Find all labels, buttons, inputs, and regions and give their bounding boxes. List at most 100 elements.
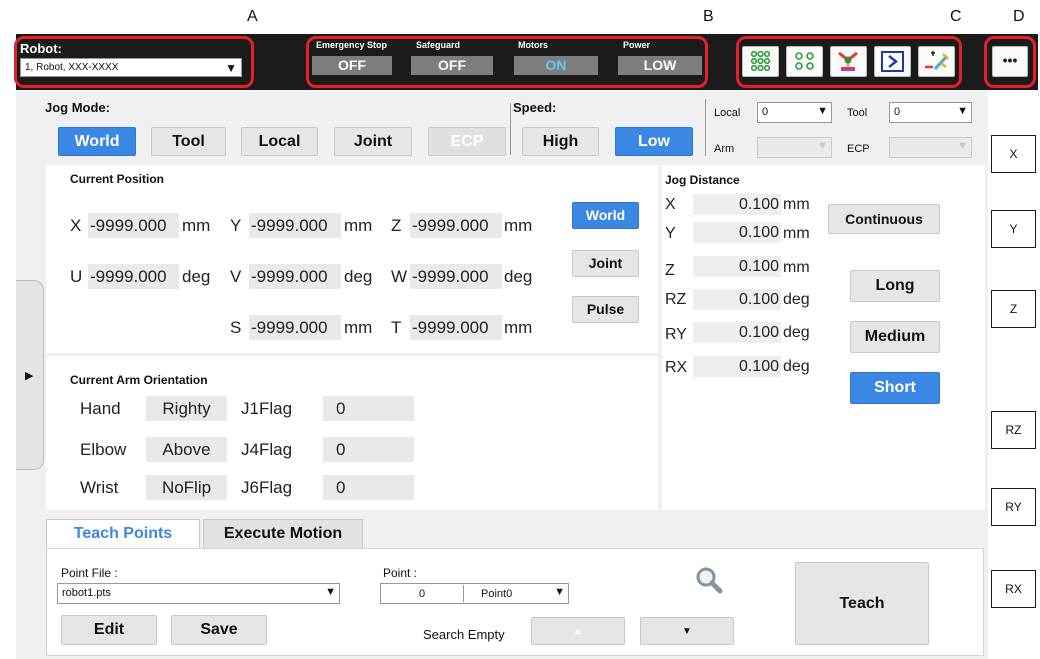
j6flag-value: 0 — [323, 475, 414, 500]
jog-rz-button[interactable]: RZ — [991, 411, 1036, 449]
j1flag-label: J1Flag — [241, 399, 293, 418]
search-down-button[interactable]: ▼ — [640, 617, 734, 645]
current-position-title: Current Position — [70, 172, 165, 186]
jog-distance-unit-ry: deg — [783, 324, 810, 341]
tab-execute-motion[interactable]: Execute Motion — [203, 519, 363, 548]
callout-b-frame — [306, 36, 708, 88]
jog-mode-ecp-button[interactable]: ECP — [428, 127, 506, 156]
jog-distance-value-z[interactable]: 0.100 — [693, 256, 781, 277]
search-up-button[interactable]: ▲ — [531, 617, 625, 645]
coord-value-t: -9999.000 — [410, 315, 502, 340]
tool-label: Tool — [847, 107, 868, 119]
coord-axis-w: W — [391, 267, 408, 286]
search-icon[interactable] — [691, 563, 729, 597]
chevron-down-icon: ▼ — [554, 586, 565, 598]
chevron-down-icon: ▼ — [325, 586, 336, 598]
speed-high-button[interactable]: High — [522, 127, 599, 156]
medium-button[interactable]: Medium — [850, 321, 940, 353]
ecp-select[interactable]: ▼ — [889, 137, 972, 158]
callout-c-frame — [736, 36, 962, 88]
play-arrow-icon: ▶ — [25, 370, 34, 382]
coord-axis-z: Z — [391, 216, 402, 235]
display-pulse-button[interactable]: Pulse — [572, 296, 639, 323]
point-label: Point : — [383, 566, 418, 580]
tool-select[interactable]: 0 ▼ — [889, 102, 972, 123]
local-select-value: 0 — [762, 106, 769, 118]
point-file-label: Point File : — [61, 566, 118, 580]
coord-unit-w: deg — [504, 267, 533, 286]
wrist-value: NoFlip — [146, 475, 227, 500]
point-number: 0 — [419, 588, 426, 600]
jog-mode-joint-button[interactable]: Joint — [334, 127, 412, 156]
jog-distance-unit-rx: deg — [783, 358, 810, 375]
side-panel-toggle[interactable]: ▶ — [16, 280, 44, 470]
jog-distance-value-rz[interactable]: 0.100 — [693, 289, 781, 310]
point-file-select[interactable]: robot1.pts ▼ — [57, 583, 340, 604]
jog-mode-tool-button[interactable]: Tool — [151, 127, 226, 156]
jog-mode-local-button[interactable]: Local — [241, 127, 318, 156]
elbow-value: Above — [146, 437, 227, 462]
coord-value-z: -9999.000 — [410, 213, 502, 238]
callout-d-frame — [984, 36, 1036, 88]
jog-rx-button[interactable]: RX — [991, 570, 1036, 608]
point-select[interactable]: 0 Point0 ▼ — [380, 583, 569, 604]
jog-y-button[interactable]: Y — [991, 210, 1036, 248]
local-label: Local — [714, 107, 741, 119]
jog-mode-world-button[interactable]: World — [58, 127, 136, 156]
coord-unit-u: deg — [182, 267, 211, 286]
chevron-down-icon: ▼ — [817, 105, 828, 117]
coord-value-w: -9999.000 — [410, 264, 502, 289]
local-select[interactable]: 0 ▼ — [757, 102, 832, 123]
continuous-button[interactable]: Continuous — [828, 204, 940, 234]
hand-value: Righty — [146, 396, 227, 421]
point-select-divider — [463, 585, 464, 602]
jog-distance-value-x[interactable]: 0.100 — [693, 194, 781, 215]
display-joint-button[interactable]: Joint — [572, 250, 639, 277]
coord-unit-s: mm — [344, 318, 373, 337]
hand-label: Hand — [80, 399, 121, 418]
point-file-value: robot1.pts — [62, 587, 111, 599]
tool-select-value: 0 — [894, 106, 901, 118]
jog-distance-unit-y: mm — [783, 225, 810, 242]
chevron-down-icon: ▼ — [957, 140, 968, 152]
speed-low-button[interactable]: Low — [615, 127, 693, 156]
speed-divider — [510, 103, 511, 155]
coord-unit-v: deg — [344, 267, 373, 286]
speed-label: Speed: — [513, 100, 557, 115]
long-button[interactable]: Long — [850, 270, 940, 302]
coord-value-u: -9999.000 — [88, 264, 179, 289]
jog-distance-title: Jog Distance — [665, 173, 740, 187]
j4flag-value: 0 — [323, 437, 414, 462]
wrist-label: Wrist — [80, 478, 119, 497]
coord-unit-x: mm — [182, 216, 211, 235]
j4flag-label: J4Flag — [241, 440, 293, 459]
j1flag-value: 0 — [323, 396, 414, 421]
jog-distance-unit-x: mm — [783, 196, 810, 213]
coord-axis-v: V — [230, 267, 242, 286]
coord-value-y: -9999.000 — [249, 213, 341, 238]
teach-button[interactable]: Teach — [795, 562, 929, 645]
jog-z-button[interactable]: Z — [991, 290, 1036, 328]
coord-axis-x: X — [70, 216, 82, 235]
jog-ry-button[interactable]: RY — [991, 488, 1036, 526]
jog-distance-value-rx[interactable]: 0.100 — [693, 356, 781, 377]
save-button[interactable]: Save — [171, 615, 267, 645]
coord-value-x: -9999.000 — [88, 213, 179, 238]
jog-distance-value-y[interactable]: 0.100 — [693, 222, 781, 243]
tab-teach-points[interactable]: Teach Points — [46, 519, 200, 548]
jog-distance-value-ry[interactable]: 0.100 — [693, 322, 781, 343]
arm-select[interactable]: ▼ — [757, 137, 832, 158]
edit-button[interactable]: Edit — [61, 615, 157, 645]
short-button[interactable]: Short — [850, 372, 940, 404]
coord-axis-u: U — [70, 267, 83, 286]
jog-distance-axis-z: Z — [665, 262, 675, 279]
jog-distance-axis-rx: RX — [665, 359, 688, 376]
search-empty-label: Search Empty — [423, 627, 505, 642]
callout-d: D — [1013, 8, 1025, 25]
jog-distance-axis-x: X — [665, 196, 676, 213]
jog-x-button[interactable]: X — [991, 135, 1036, 173]
coord-unit-z: mm — [504, 216, 533, 235]
display-world-button[interactable]: World — [572, 202, 639, 229]
jog-distance-axis-rz: RZ — [665, 291, 687, 308]
callout-a-frame — [14, 36, 254, 88]
